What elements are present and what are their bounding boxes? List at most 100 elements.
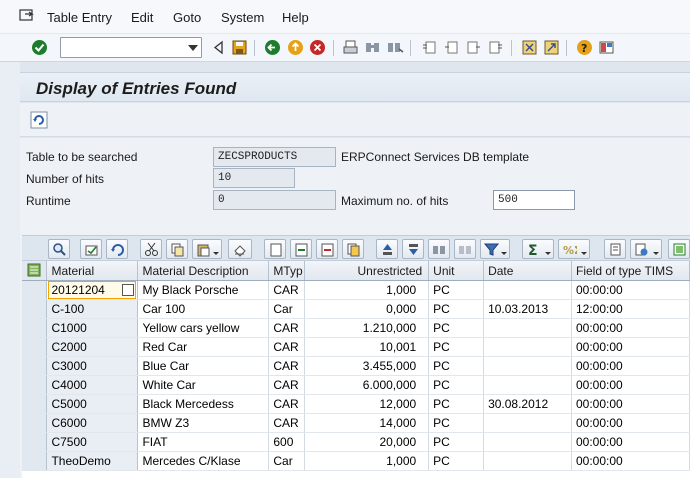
cell-description[interactable]: Black Mercedess — [137, 394, 270, 414]
table-row[interactable]: C3000 Blue Car CAR 3.455,000 PC 00:00:00 — [22, 356, 690, 376]
table-row[interactable]: C-100 Car 100 Car 0,000 PC 10.03.2013 12:00:00 — [22, 299, 690, 319]
cell-time[interactable]: 12:00:00 — [571, 299, 690, 319]
cell-material[interactable]: C1000 — [46, 318, 139, 338]
cell-unit[interactable]: PC — [428, 299, 485, 319]
cell-date[interactable]: 10.03.2013 — [483, 299, 572, 319]
subtotal-button[interactable]: %Σ — [558, 239, 590, 259]
find-next-icon[interactable] — [387, 39, 404, 56]
table-row[interactable]: C1000 Yellow cars yellow CAR 1.210,000 PC 00:… — [22, 318, 690, 338]
paste-button[interactable] — [192, 239, 222, 259]
cell-description[interactable]: White Car — [137, 375, 270, 395]
print-preview-button[interactable] — [604, 239, 626, 259]
column-header-unrestricted[interactable]: Unrestricted — [304, 261, 430, 281]
help-icon[interactable]: ? — [576, 39, 593, 56]
layout-icon[interactable] — [598, 39, 615, 56]
find-icon[interactable] — [364, 39, 381, 56]
cell-unit[interactable]: PC — [428, 432, 485, 452]
cell-mtyp[interactable]: CAR — [268, 356, 306, 376]
cell-unit[interactable]: PC — [428, 318, 485, 338]
cut-button[interactable] — [140, 239, 162, 259]
first-page-icon[interactable] — [421, 39, 438, 56]
system-menu-icon[interactable] — [19, 9, 35, 23]
row-selector[interactable] — [22, 432, 48, 452]
cell-date[interactable] — [483, 375, 572, 395]
insert-row-button[interactable] — [290, 239, 312, 259]
cell-description[interactable]: Yellow cars yellow — [137, 318, 270, 338]
find-button[interactable] — [428, 239, 450, 259]
cell-material[interactable]: TheoDemo — [46, 451, 139, 471]
row-selector[interactable] — [22, 394, 48, 414]
copy-button[interactable] — [166, 239, 188, 259]
row-selector[interactable] — [22, 375, 48, 395]
column-header-description[interactable]: Material Description — [137, 261, 270, 281]
cell-unrestricted[interactable]: 12,000 — [304, 394, 430, 414]
cell-material[interactable]: C3000 — [46, 356, 139, 376]
cell-material[interactable]: C5000 — [46, 394, 139, 414]
cell-description[interactable]: Car 100 — [137, 299, 270, 319]
cell-date[interactable] — [483, 413, 572, 433]
cell-time[interactable]: 00:00:00 — [571, 432, 690, 452]
cell-unit[interactable]: PC — [428, 375, 485, 395]
row-selector[interactable] — [22, 318, 48, 338]
cell-unrestricted[interactable]: 20,000 — [304, 432, 430, 452]
cell-material[interactable]: C-100 — [46, 299, 139, 319]
sort-ascending-button[interactable] — [376, 239, 398, 259]
cell-description[interactable]: My Black Porsche — [137, 280, 270, 300]
cell-description[interactable]: Blue Car — [137, 356, 270, 376]
layout-button[interactable] — [668, 239, 690, 259]
cell-unrestricted[interactable]: 6.000,000 — [304, 375, 430, 395]
check-entries-button[interactable] — [80, 239, 102, 259]
cell-unit[interactable]: PC — [428, 394, 485, 414]
cell-date[interactable] — [483, 337, 572, 357]
chevron-down-icon[interactable] — [188, 45, 198, 51]
menu-help[interactable]: Help — [282, 10, 309, 25]
cell-unrestricted[interactable]: 1,000 — [304, 451, 430, 471]
sort-descending-button[interactable] — [402, 239, 424, 259]
cell-unrestricted[interactable]: 1,000 — [304, 280, 430, 300]
cell-mtyp[interactable]: 600 — [268, 432, 306, 452]
cell-material[interactable]: C2000 — [46, 337, 139, 357]
cell-time[interactable]: 00:00:00 — [571, 413, 690, 433]
details-button[interactable] — [48, 239, 70, 259]
cell-date[interactable] — [483, 451, 572, 471]
cell-unit[interactable]: PC — [428, 356, 485, 376]
last-page-icon[interactable] — [487, 39, 504, 56]
menu-system[interactable]: System — [221, 10, 264, 25]
copy-row-button[interactable] — [342, 239, 364, 259]
cell-unrestricted[interactable]: 1.210,000 — [304, 318, 430, 338]
select-all-cell[interactable] — [22, 261, 48, 281]
focused-cell[interactable]: 20121204 — [48, 281, 137, 299]
row-selector[interactable] — [22, 451, 48, 471]
find-next-button[interactable] — [454, 239, 476, 259]
append-row-button[interactable] — [264, 239, 286, 259]
cell-mtyp[interactable]: Car — [268, 451, 306, 471]
cell-unrestricted[interactable]: 3.455,000 — [304, 356, 430, 376]
column-header-date[interactable]: Date — [483, 261, 572, 281]
column-header-unit[interactable]: Unit — [428, 261, 485, 281]
cell-unit[interactable]: PC — [428, 280, 485, 300]
row-selector[interactable] — [22, 413, 48, 433]
cell-mtyp[interactable]: Car — [268, 299, 306, 319]
cell-time[interactable]: 00:00:00 — [571, 394, 690, 414]
cell-date[interactable] — [483, 432, 572, 452]
cell-mtyp[interactable]: CAR — [268, 318, 306, 338]
enter-check-icon[interactable] — [31, 39, 48, 56]
row-selector[interactable] — [22, 280, 48, 300]
delete-row-button[interactable] — [316, 239, 338, 259]
cell-mtyp[interactable]: CAR — [268, 394, 306, 414]
max-hits-field[interactable]: 500 — [493, 190, 575, 210]
value-help-icon[interactable] — [122, 284, 135, 296]
cell-description[interactable]: Mercedes C/Klase — [137, 451, 270, 471]
cell-time[interactable]: 00:00:00 — [571, 375, 690, 395]
cell-material[interactable]: C6000 — [46, 413, 139, 433]
filter-button[interactable] — [480, 239, 510, 259]
shortcut-icon[interactable] — [543, 39, 560, 56]
column-header-material[interactable]: Material — [46, 261, 139, 281]
cell-mtyp[interactable]: CAR — [268, 337, 306, 357]
row-selector[interactable] — [22, 337, 48, 357]
column-header-time[interactable]: Field of type TIMS — [571, 261, 690, 281]
cancel-icon[interactable] — [309, 39, 326, 56]
table-row[interactable]: 20121204 My Black Porsche CAR 1,000 PC 00:00:… — [22, 280, 690, 300]
cell-unrestricted[interactable]: 10,001 — [304, 337, 430, 357]
menu-table-entry[interactable]: Table Entry — [47, 10, 112, 25]
